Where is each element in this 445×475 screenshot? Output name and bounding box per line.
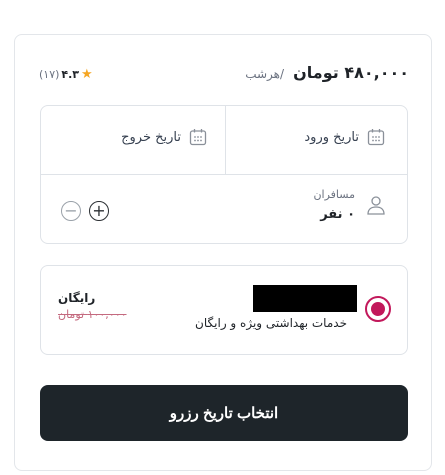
minus-button[interactable]: − — [61, 201, 81, 221]
divider — [225, 106, 226, 174]
booking-form: تاریخ ورود تاریخ خروج مسافران ۰ نفر − + — [40, 105, 408, 244]
service-option[interactable]: خدمات بهداشتی ویژه و رایگان رایگان ۱۰۰,۰… — [40, 265, 408, 355]
passengers-label: مسافران — [313, 188, 355, 201]
price-row: ۴۸۰,۰۰۰ تومان /هرشب (۱۷) ۴.۳ ★ — [15, 63, 431, 85]
passengers-value: ۰ نفر — [320, 207, 355, 222]
check-in-field[interactable]: تاریخ ورود — [304, 128, 385, 146]
rating-count: (۱۷) — [39, 68, 60, 81]
radio-dot — [371, 302, 385, 316]
service-radio[interactable] — [365, 296, 391, 322]
service-price: رایگان — [58, 291, 96, 305]
divider — [41, 174, 407, 175]
plus-button[interactable]: + — [89, 201, 109, 221]
check-out-field[interactable]: تاریخ خروج — [121, 128, 207, 146]
booking-card: ۴۸۰,۰۰۰ تومان /هرشب (۱۷) ۴.۳ ★ تاریخ ورو… — [14, 34, 432, 471]
calendar-icon — [189, 129, 207, 146]
star-icon: ★ — [81, 67, 93, 82]
check-in-label: تاریخ ورود — [304, 129, 359, 145]
price-per-night: /هرشب — [245, 67, 285, 81]
user-icon — [367, 196, 385, 215]
calendar-icon — [367, 129, 385, 146]
rating-score: ۴.۳ — [61, 68, 80, 81]
rating: (۱۷) ۴.۳ ★ — [39, 67, 93, 82]
price-amount: ۴۸۰,۰۰۰ تومان — [293, 63, 409, 82]
plus-icon: + — [92, 201, 106, 220]
check-out-label: تاریخ خروج — [121, 129, 181, 145]
passengers-field: مسافران ۰ نفر — [313, 188, 387, 222]
redacted-block — [253, 285, 357, 312]
passenger-stepper: − + — [61, 201, 109, 221]
price: ۴۸۰,۰۰۰ تومان /هرشب — [245, 63, 409, 82]
minus-icon: − — [64, 201, 78, 220]
service-description: خدمات بهداشتی ویژه و رایگان — [195, 316, 347, 330]
service-original-price: ۱۰۰,۰۰۰ تومان — [58, 308, 127, 321]
select-dates-button[interactable]: انتخاب تاریخ رزرو — [40, 385, 408, 441]
